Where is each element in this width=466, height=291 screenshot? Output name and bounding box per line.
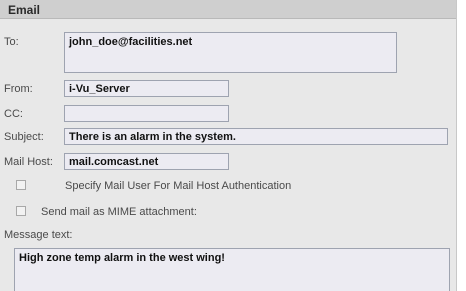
mail-host-field[interactable]: mail.comcast.net (64, 153, 229, 170)
mime-checkbox[interactable] (16, 206, 26, 216)
message-text-label: Message text: (4, 229, 73, 241)
to-field[interactable]: john_doe@facilities.net (64, 32, 397, 73)
mime-option-label: Send mail as MIME attachment: (41, 206, 197, 218)
auth-checkbox[interactable] (16, 180, 26, 190)
message-text-field[interactable]: High zone temp alarm in the west wing! (14, 248, 450, 291)
from-field[interactable]: i-Vu_Server (64, 80, 229, 97)
cc-label: CC: (4, 108, 23, 120)
mail-host-label: Mail Host: (4, 156, 53, 168)
to-label: To: (4, 36, 19, 48)
email-section-header: Email (0, 0, 456, 19)
section-title: Email (8, 3, 41, 17)
subject-field[interactable]: There is an alarm in the system. (64, 128, 448, 145)
subject-label: Subject: (4, 131, 44, 143)
from-label: From: (4, 83, 33, 95)
email-settings-panel: Email To: john_doe@facilities.net From: … (0, 0, 457, 291)
cc-field[interactable] (64, 105, 229, 122)
auth-option-label: Specify Mail User For Mail Host Authenti… (65, 180, 292, 192)
